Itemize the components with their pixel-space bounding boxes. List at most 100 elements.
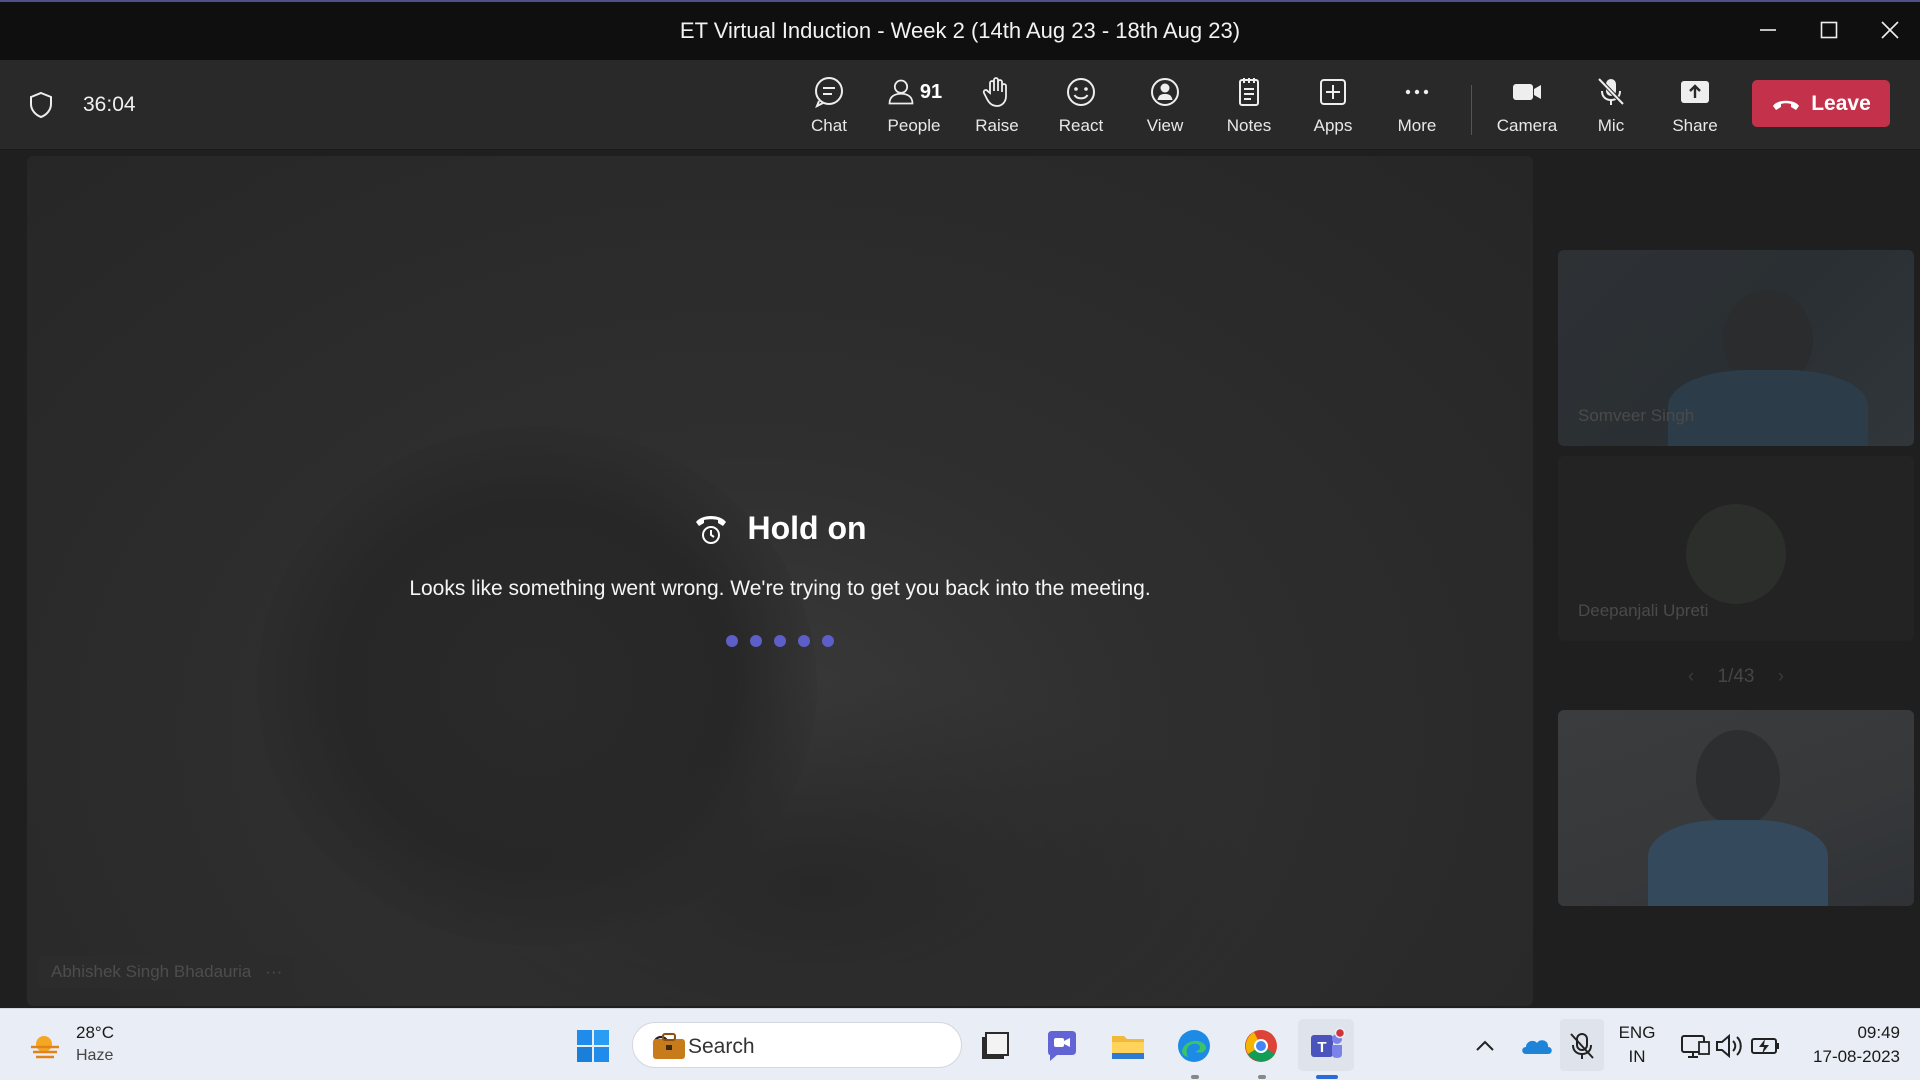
title-bar: ET Virtual Induction - Week 2 (14th Aug … — [0, 0, 1920, 60]
briefcase-icon — [653, 1033, 685, 1059]
edge-browser-icon[interactable] — [1175, 1027, 1213, 1065]
camera-label: Camera — [1496, 116, 1558, 135]
chevron-left-icon[interactable]: ‹ — [1688, 666, 1694, 688]
participant-name: Somveer Singh — [1578, 406, 1695, 425]
volume-icon[interactable] — [1711, 1027, 1749, 1065]
notes-label: Notes — [1226, 116, 1272, 135]
chevron-right-icon[interactable]: › — [1778, 666, 1784, 688]
share-label: Share — [1672, 116, 1718, 135]
raise-label: Raise — [975, 116, 1019, 135]
loading-dot — [798, 635, 810, 647]
smiley-icon — [1067, 78, 1095, 106]
taskbar-search[interactable]: Search — [632, 1022, 962, 1068]
clock-time[interactable]: 09:49 — [1800, 1023, 1900, 1043]
keyboard-layout[interactable]: IN — [1612, 1047, 1662, 1067]
loading-dot — [822, 635, 834, 647]
onedrive-icon[interactable] — [1518, 1027, 1556, 1065]
chat-label: Chat — [811, 116, 847, 135]
file-explorer-icon[interactable] — [1109, 1027, 1147, 1065]
share-icon — [1681, 81, 1709, 103]
participant-video — [1668, 370, 1868, 446]
leave-label: Leave — [1811, 91, 1871, 115]
hold-on-title: Hold on — [747, 510, 867, 546]
mic-button[interactable]: Mic — [1571, 70, 1651, 146]
participant-tile[interactable]: Deepanjali Upreti — [1558, 456, 1914, 641]
search-label: Search — [688, 1035, 755, 1058]
participant-video — [1648, 820, 1828, 906]
minimize-button[interactable] — [1738, 2, 1798, 58]
close-icon — [1881, 21, 1899, 39]
share-button[interactable]: Share — [1655, 70, 1735, 146]
loading-dots — [27, 635, 1533, 647]
plus-square-icon — [1320, 79, 1346, 105]
gallery-pager: ‹ 1/43 › — [1558, 666, 1914, 688]
more-label: More — [1397, 116, 1437, 135]
participant-video — [1696, 730, 1780, 826]
participant-tile[interactable]: Somveer Singh — [1558, 250, 1914, 446]
clock-date[interactable]: 17-08-2023 — [1790, 1047, 1900, 1067]
loading-dot — [774, 635, 786, 647]
speaker-name: Abhishek Singh Bhadauria — [51, 962, 252, 981]
windows-taskbar: 28°C Haze Search T ENG IN 09:49 17-08-20… — [0, 1008, 1920, 1080]
loading-dot — [750, 635, 762, 647]
notes-button[interactable]: Notes — [1209, 70, 1289, 146]
active-indicator — [1316, 1075, 1338, 1079]
chat-button[interactable]: Chat — [789, 70, 869, 146]
teams-app-icon[interactable]: T — [1307, 1027, 1345, 1065]
chevron-up-icon[interactable] — [1472, 1027, 1498, 1065]
weather-temperature[interactable]: 28°C — [76, 1023, 114, 1043]
network-icon[interactable] — [1676, 1027, 1714, 1065]
toolbar-divider — [1471, 85, 1472, 135]
language-indicator[interactable]: ENG — [1612, 1023, 1662, 1043]
people-label: People — [887, 116, 941, 135]
people-button[interactable]: 91 People — [874, 70, 954, 146]
running-indicator — [1191, 1075, 1199, 1079]
chat-icon — [815, 77, 843, 109]
raise-hand-button[interactable]: Raise — [957, 70, 1037, 146]
windows-start-icon[interactable] — [574, 1027, 612, 1065]
chrome-browser-icon[interactable] — [1242, 1027, 1280, 1065]
maximize-button[interactable] — [1799, 2, 1859, 58]
camera-icon — [1513, 84, 1541, 100]
view-button[interactable]: View — [1125, 70, 1205, 146]
weather-haze-icon[interactable] — [28, 1031, 62, 1061]
teams-chat-icon[interactable] — [1043, 1027, 1081, 1065]
battery-charging-icon[interactable] — [1747, 1027, 1785, 1065]
people-icon — [888, 79, 914, 105]
running-indicator — [1258, 1075, 1266, 1079]
hang-up-icon — [1773, 100, 1800, 110]
close-button[interactable] — [1860, 2, 1920, 58]
minimize-icon — [1760, 29, 1776, 31]
camera-button[interactable]: Camera — [1487, 70, 1567, 146]
people-count: 91 — [919, 80, 943, 103]
participant-name: Deepanjali Upreti — [1578, 601, 1709, 620]
participant-tile[interactable] — [1558, 710, 1914, 906]
maximize-icon — [1820, 21, 1838, 39]
apps-button[interactable]: Apps — [1293, 70, 1373, 146]
view-label: View — [1146, 116, 1184, 135]
mic-muted-icon[interactable] — [1563, 1027, 1601, 1065]
hold-on-message: Looks like something went wrong. We're t… — [409, 577, 1151, 600]
more-button[interactable]: More — [1377, 70, 1457, 146]
participant-avatar — [1686, 504, 1786, 604]
mic-off-icon — [1597, 77, 1625, 106]
shield-icon[interactable] — [26, 90, 56, 120]
react-button[interactable]: React — [1041, 70, 1121, 146]
reconnect-notice: Hold on Looks like something went wrong.… — [27, 510, 1533, 647]
weather-condition[interactable]: Haze — [76, 1047, 113, 1065]
page-indicator: 1/43 — [1717, 666, 1755, 687]
phone-clock-icon — [696, 515, 727, 544]
mic-label: Mic — [1597, 116, 1625, 135]
more-dots-icon — [1405, 89, 1429, 95]
speaker-name-tag[interactable]: Abhishek Singh Bhadauria ··· — [39, 956, 295, 988]
react-label: React — [1058, 116, 1104, 135]
view-icon — [1151, 78, 1179, 106]
loading-dot — [726, 635, 738, 647]
notes-icon — [1239, 78, 1259, 106]
leave-button[interactable]: Leave — [1752, 80, 1890, 127]
task-view-icon[interactable] — [976, 1027, 1014, 1065]
raise-hand-icon — [982, 77, 1007, 107]
svg-text:T: T — [1317, 1039, 1326, 1056]
speaker-more-icon[interactable]: ··· — [265, 962, 282, 982]
meeting-toolbar: 36:04 Chat 91 People Raise React View No… — [0, 60, 1920, 150]
